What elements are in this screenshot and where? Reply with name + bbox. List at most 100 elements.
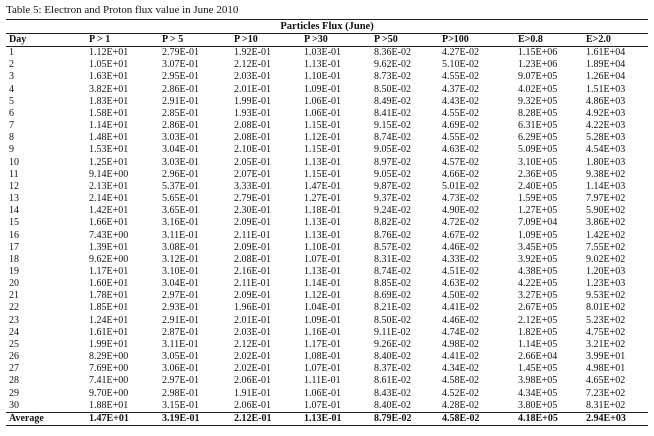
flux-cell: 1.92E-01 xyxy=(234,47,271,59)
table-row: 26 8.29E+00 3.05E-01 2.02E-01 1.08E-01 8.40E-… xyxy=(6,351,648,363)
table-row: 12 2.13E+01 5.37E-01 3.33E-01 1.47E-01 9.87E-… xyxy=(6,181,648,193)
flux-cell: 1.78E+01 xyxy=(89,290,129,302)
flux-cell: 9.05E-02 xyxy=(374,144,411,156)
flux-cell: 8.49E-02 xyxy=(374,95,411,107)
flux-cell: 2.12E+05 xyxy=(518,314,558,326)
flux-cell: 1.83E+01 xyxy=(89,95,129,107)
flux-cell: 4.33E-02 xyxy=(442,253,479,265)
average-cell: 4.58E-02 xyxy=(439,411,515,427)
table-row: 22 1.85E+01 2.93E-01 1.96E-01 1.04E-01 8.21E-… xyxy=(6,302,648,314)
flux-cell: 7.97E+02 xyxy=(586,193,626,205)
day-cell: 7 xyxy=(9,120,14,132)
flux-cell: 1.14E+05 xyxy=(518,338,558,350)
table-row: 14 1.42E+01 3.65E-01 2.30E-01 1.18E-01 9.24E-… xyxy=(6,205,648,217)
average-cell: 2.94E+03 xyxy=(583,411,649,427)
flux-cell: 3.06E-01 xyxy=(162,363,199,375)
flux-cell: 8.85E-02 xyxy=(374,278,411,290)
group-header-row: Particles Flux (June) xyxy=(6,19,649,34)
flux-cell: 1.66E+01 xyxy=(89,217,129,229)
flux-cell: 8.74E-02 xyxy=(374,132,411,144)
flux-cell: 1.10E-01 xyxy=(304,71,341,83)
flux-cell: 4.27E-02 xyxy=(442,47,479,59)
flux-cell: 2.14E+01 xyxy=(89,193,129,205)
flux-cell: 8.40E-02 xyxy=(374,399,411,411)
flux-cell: 3.04E-01 xyxy=(162,144,199,156)
flux-cell: 5.10E-02 xyxy=(442,59,479,71)
average-cell: 4.18E+05 xyxy=(515,411,583,427)
flux-cell: 8.31E-02 xyxy=(374,253,411,265)
flux-cell: 4.66E-02 xyxy=(442,168,479,180)
table-row: 16 7.43E+00 3.11E-01 2.11E-01 1.13E-01 8.76E-… xyxy=(6,230,648,242)
day-cell: 2 xyxy=(9,59,14,71)
flux-cell: 9.05E-02 xyxy=(374,168,411,180)
flux-cell: 3.11E-01 xyxy=(162,229,199,241)
particles-flux-header: Particles Flux (June) xyxy=(6,19,649,34)
flux-cell: 6.29E+05 xyxy=(518,132,558,144)
flux-cell: 4.73E-02 xyxy=(442,193,479,205)
flux-cell: 4.34E-02 xyxy=(442,363,479,375)
flux-cell: 2.08E-01 xyxy=(234,132,271,144)
flux-cell: 1.15E-01 xyxy=(304,120,341,132)
table-row: 21 1.78E+01 2.97E-01 2.09E-01 1.12E-01 8.69E-… xyxy=(6,290,648,302)
flux-cell: 8.57E-02 xyxy=(374,241,411,253)
flux-cell: 2.36E+05 xyxy=(518,168,558,180)
flux-cell: 4.50E-02 xyxy=(442,290,479,302)
flux-cell: 1.23E+06 xyxy=(518,59,558,71)
flux-cell: 4.22E+03 xyxy=(586,120,626,132)
flux-cell: 2.98E-01 xyxy=(162,387,199,399)
column-header: E>0.8 xyxy=(515,33,583,48)
flux-cell: 2.11E-01 xyxy=(234,278,271,290)
day-cell: 23 xyxy=(9,314,19,326)
flux-cell: 2.97E-01 xyxy=(162,290,199,302)
flux-cell: 8.61E-02 xyxy=(374,375,411,387)
flux-cell: 1.12E+01 xyxy=(89,47,129,59)
flux-cell: 1.07E-01 xyxy=(304,399,341,411)
flux-cell: 2.79E-01 xyxy=(162,47,199,59)
day-cell: 19 xyxy=(9,265,19,277)
column-header-row: Day P > 1P > 5P >10 P >30 P >50 P>100 E>0.8 E>… xyxy=(6,33,649,48)
flux-cell: 1.15E-01 xyxy=(304,144,341,156)
flux-cell: 1.47E-01 xyxy=(304,180,341,192)
flux-cell: 8.76E-02 xyxy=(374,229,411,241)
flux-cell: 1.18E-01 xyxy=(304,205,341,217)
day-cell: 18 xyxy=(9,253,19,265)
day-cell: 25 xyxy=(9,338,19,350)
flux-cell: 4.02E+05 xyxy=(518,83,558,95)
table-row: 6 1.58E+01 2.85E-01 1.93E-01 1.06E-01 8.41E-0… xyxy=(6,108,648,120)
flux-cell: 1.91E-01 xyxy=(234,387,271,399)
flux-cell: 1.17E+01 xyxy=(89,265,129,277)
flux-cell: 1.88E+01 xyxy=(89,399,129,411)
flux-cell: 2.02E-01 xyxy=(234,363,271,375)
flux-cell: 8.21E-02 xyxy=(374,302,411,314)
flux-cell: 4.38E+05 xyxy=(518,265,558,277)
day-cell: 14 xyxy=(9,205,19,217)
day-cell: 28 xyxy=(9,375,19,387)
day-cell: 10 xyxy=(9,156,19,168)
flux-cell: 2.16E-01 xyxy=(234,265,271,277)
flux-cell: 8.29E+00 xyxy=(89,351,129,363)
flux-cell: 3.45E+05 xyxy=(518,241,558,253)
flux-cell: 1.14E-01 xyxy=(304,278,341,290)
flux-cell: 3.10E+05 xyxy=(518,156,558,168)
flux-cell: 1.51E+03 xyxy=(586,83,626,95)
flux-cell: 5.09E+05 xyxy=(518,144,558,156)
flux-cell: 1.53E+01 xyxy=(89,144,129,156)
flux-cell: 4.75E+02 xyxy=(586,326,626,338)
flux-cell: 6.31E+05 xyxy=(518,120,558,132)
flux-cell: 3.16E-01 xyxy=(162,217,199,229)
flux-cell: 2.91E-01 xyxy=(162,314,199,326)
flux-cell: 1.06E-01 xyxy=(304,95,341,107)
flux-cell: 1.09E-01 xyxy=(304,83,341,95)
flux-cell: 4.63E-02 xyxy=(442,278,479,290)
flux-cell: 3.82E+01 xyxy=(89,83,129,95)
flux-cell: 1.06E-01 xyxy=(304,387,341,399)
day-cell: 27 xyxy=(9,363,19,375)
flux-cell: 1.07E-01 xyxy=(304,253,341,265)
flux-cell: 5.37E-01 xyxy=(162,180,199,192)
flux-cell: 8.50E-02 xyxy=(374,83,411,95)
column-header: P >50 xyxy=(371,33,439,48)
day-cell: 12 xyxy=(9,180,19,192)
flux-cell: 2.87E-01 xyxy=(162,326,199,338)
flux-cell: 7.09E+04 xyxy=(518,217,558,229)
flux-cell: 3.98E+05 xyxy=(518,375,558,387)
